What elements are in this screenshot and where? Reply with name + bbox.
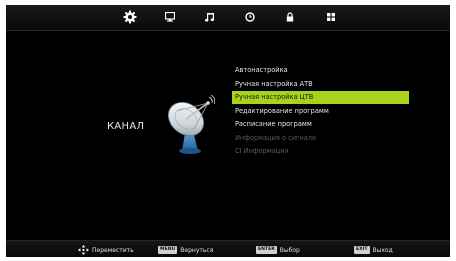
hint-move-label: Переместить [92,246,134,254]
tab-time[interactable] [241,9,259,25]
tab-options[interactable] [322,9,340,25]
section-title: КАНАЛ [107,121,145,132]
top-tab-bar [6,5,450,30]
hint-back-label: Вернуться [180,246,214,254]
gear-icon [123,10,137,24]
monitor-icon [165,12,175,22]
menu-item-signal-info: Информация о сигнале [235,134,317,142]
tab-channel[interactable] [121,9,139,25]
menu-item-auto-tuning[interactable]: Автонастройка [232,64,409,77]
tv-screen: КАНАЛ Автонастройка Ручная настройка АТВ… [6,5,450,257]
top-divider [6,30,450,31]
menu-item-dtv-manual-tuning[interactable]: Ручная настройка ЦТВ [232,91,409,104]
menu-key-badge: MENU [158,246,178,254]
hint-select-label: Выбор [279,246,300,254]
tab-sound[interactable] [201,9,219,25]
lock-icon [286,12,294,22]
hint-exit-label: Выход [372,246,393,254]
menu-item-schedule[interactable]: Расписание программ [232,118,409,131]
hint-exit: EXIT Выход [354,245,393,255]
tab-picture[interactable] [161,9,179,25]
menu-item-program-edit[interactable]: Редактирование программ [232,105,409,118]
hint-back: MENU Вернуться [158,245,213,255]
satellite-dish-icon [165,93,216,157]
footer-hint-bar: Переместить MENU Вернуться ENTER Выбор E… [6,240,450,257]
enter-key-badge: ENTER [256,246,277,254]
menu-item-atv-manual-tuning[interactable]: Ручная настройка АТВ [232,78,409,91]
exit-key-badge: EXIT [354,246,370,254]
hint-move: Переместить [78,245,134,255]
clock-icon [245,12,255,22]
music-note-icon [205,13,215,22]
dpad-arrows-icon [78,245,89,255]
menu-item-ci-info: CI Информация [235,147,289,155]
grid-icon [327,13,335,21]
hint-select: ENTER Выбор [256,245,300,255]
tab-lock[interactable] [281,9,299,25]
